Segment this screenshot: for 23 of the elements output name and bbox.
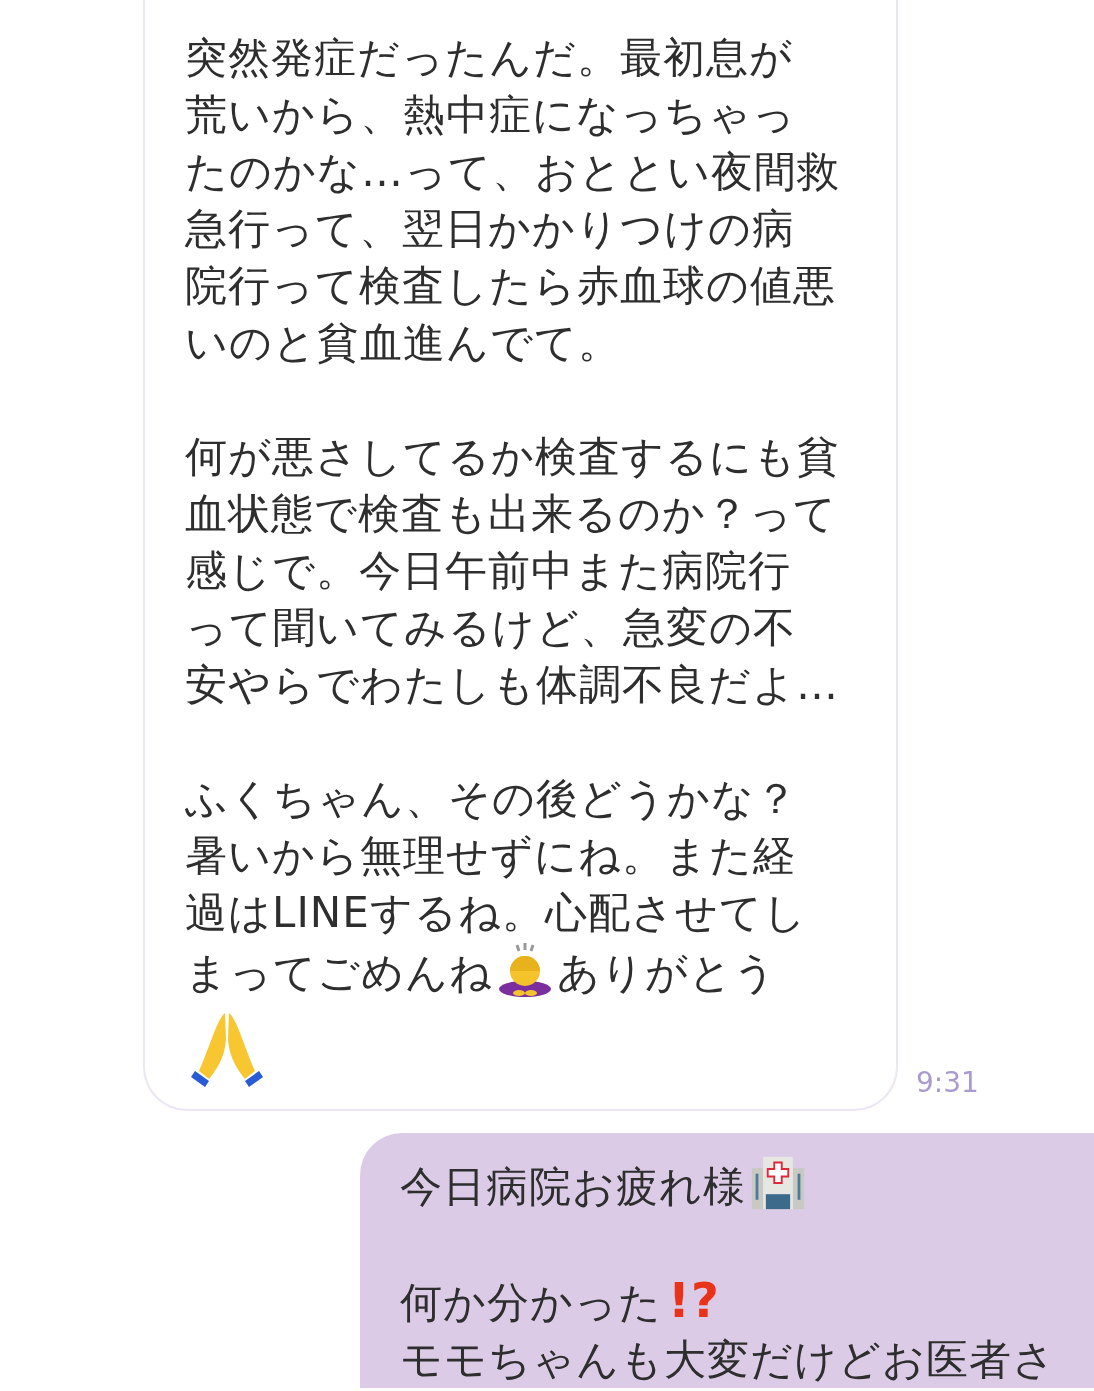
message-text: たのかな…って、おととい夜間救 <box>185 147 840 196</box>
hospital-icon <box>750 1155 806 1211</box>
message-text: いのと貧血進んでて。 <box>185 318 621 367</box>
message-text: 暑いから無理せずにね。また経 <box>185 831 796 880</box>
exclamation-question-mark: !? <box>668 1272 720 1328</box>
message-text: 何か分かった <box>400 1278 662 1327</box>
message-text: 荒いから、熱中症になっちゃっ <box>185 90 796 139</box>
message-text: まってごめんね <box>185 948 493 997</box>
message-text: 血状態で検査も出来るのか？って <box>185 489 837 538</box>
message-text: 突然発症だったんだ。最初息が <box>185 33 793 82</box>
message-text: 急行って、翌日かかりつけの病 <box>185 204 795 253</box>
message-text: 何が悪さしてるか検査するにも貧 <box>185 432 840 481</box>
message-text: 過はLINEするね。心配させてし <box>185 888 807 937</box>
message-text: 安やらでわたしも体調不良だよ… <box>185 660 839 709</box>
message-text: 感じで。今日午前中また病院行 <box>185 546 791 595</box>
bowing-person-icon <box>497 941 553 997</box>
message-text: 今日病院お疲れ様 <box>400 1162 746 1211</box>
message-text: ふくちゃん、その後どうかな？ <box>185 774 798 823</box>
message-text: 院行って検査したら赤血球の値悪 <box>185 261 836 310</box>
message-time: 9:31 <box>916 1066 979 1099</box>
message-text: って聞いてみるけど、急変の不 <box>185 603 796 652</box>
message-text: ありがとう <box>557 948 777 997</box>
message-text: モモちゃんも大変だけどお医者さ <box>400 1335 1056 1384</box>
